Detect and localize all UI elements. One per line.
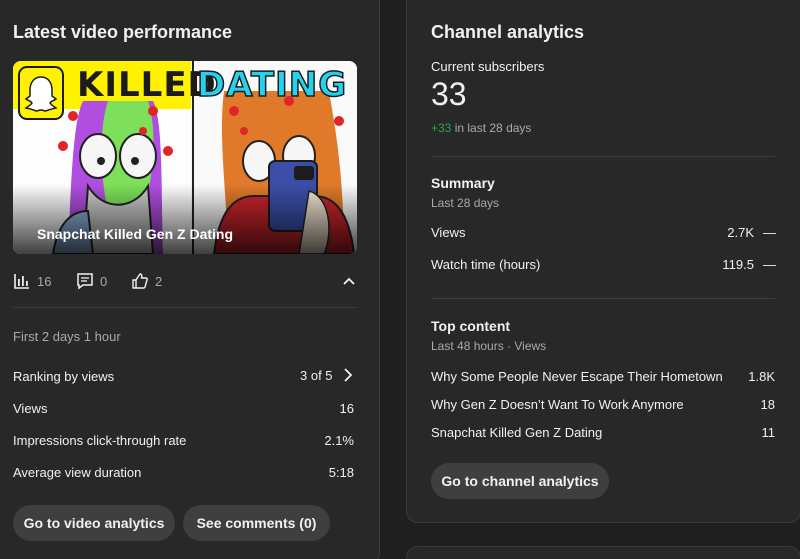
views-value: 16 (339, 401, 354, 416)
collapse-button[interactable] (340, 272, 358, 290)
divider (13, 307, 357, 308)
subscribers-change-value: +33 (431, 121, 452, 135)
video-analytics-button[interactable]: Go to video analytics (13, 505, 175, 541)
avg-duration-value: 5:18 (328, 465, 354, 480)
likes-count: 2 (155, 273, 163, 289)
top-content-item-3[interactable]: Snapchat Killed Gen Z Dating (431, 425, 602, 440)
summary-watchtime-label: Watch time (hours) (431, 257, 541, 272)
top-content-item-2[interactable]: Why Gen Z Doesn’t Want To Work Anymore (431, 397, 684, 412)
channel-analytics-title: Channel analytics (431, 22, 585, 42)
comment-icon (77, 273, 93, 290)
top-content-title: Top content (431, 318, 511, 334)
see-comments-button[interactable]: See comments (0) (183, 505, 330, 541)
chevron-up-icon (343, 277, 355, 285)
divider (431, 298, 775, 299)
comments-count: 0 (100, 273, 108, 289)
ranking-label: Ranking by views (13, 369, 115, 384)
ranking-value: 3 of 5 (300, 367, 333, 383)
subscribers-change: +33 in last 28 days (431, 121, 531, 135)
channel-analytics-button[interactable]: Go to channel analytics (431, 463, 609, 499)
ranking-value-link[interactable]: 3 of 5 (300, 366, 355, 384)
ctr-value: 2.1% (324, 433, 354, 448)
top-content-item-1[interactable]: Why Some People Never Escape Their Homet… (431, 369, 723, 384)
views-stat: 16 (13, 272, 51, 290)
thumbs-up-icon (132, 273, 148, 289)
summary-views-trend: — (763, 225, 776, 240)
video-thumbnail[interactable]: KILLED DATING Snapchat Killed Gen Z Dati… (13, 61, 357, 254)
subscribers-change-suffix: in last 28 days (454, 121, 532, 135)
summary-title: Summary (431, 175, 495, 191)
summary-views-label: Views (431, 225, 466, 240)
bar-chart-icon (14, 274, 29, 289)
summary-watchtime-trend: — (763, 257, 776, 272)
avg-duration-label: Average view duration (13, 465, 142, 480)
period-label: First 2 days 1 hour (13, 329, 121, 344)
latest-video-title: Latest video performance (13, 22, 233, 42)
summary-watchtime-value: 119.5 (722, 257, 754, 272)
comments-stat: 0 (76, 272, 107, 290)
views-count: 16 (37, 273, 52, 289)
thumbnail-text-killed: KILLED (77, 65, 217, 105)
likes-stat: 2 (131, 272, 162, 290)
next-card (406, 546, 800, 559)
ctr-label: Impressions click-through rate (13, 433, 187, 448)
subscribers-label: Current subscribers (431, 59, 545, 74)
summary-views-value: 2.7K (727, 225, 754, 240)
views-label: Views (13, 401, 48, 416)
top-content-period: Last 48 hours · Views (431, 339, 547, 353)
video-title-overlay: Snapchat Killed Gen Z Dating (37, 226, 234, 242)
thumbnail-gradient (13, 184, 357, 254)
top-content-value-2: 18 (760, 397, 775, 412)
chevron-right-icon (343, 368, 352, 382)
thumbnail-text-dating: DATING (196, 64, 348, 106)
summary-period: Last 28 days (431, 196, 500, 210)
divider (431, 156, 775, 157)
subscribers-count: 33 (431, 76, 467, 112)
top-content-value-1: 1.8K (748, 369, 775, 384)
top-content-value-3: 11 (761, 425, 776, 440)
